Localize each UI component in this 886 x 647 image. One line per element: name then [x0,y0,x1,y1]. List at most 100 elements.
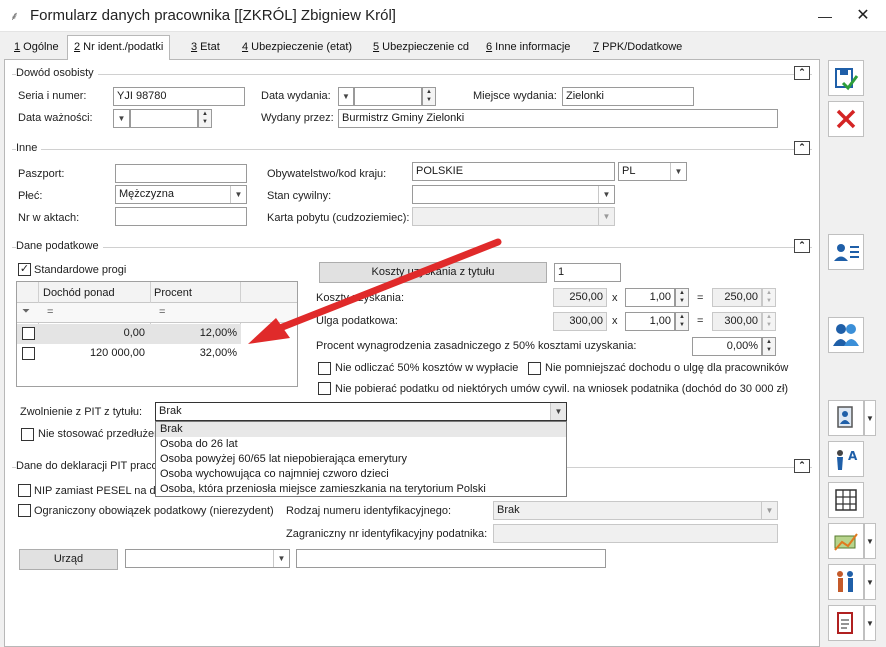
kod-kraju-select[interactable]: PL ▼ [618,162,687,181]
dropdown-option[interactable]: Brak [156,422,566,437]
karta-pobytu-select[interactable]: ▼ [412,207,615,226]
plec-label: Płeć: [18,190,43,202]
family-button[interactable] [828,564,864,600]
chevron-down-icon: ▼ [670,163,686,180]
grid-icon [835,489,857,511]
dropdown-option[interactable]: Osoba powyżej 60/65 lat niepobierająca e… [156,452,566,467]
miejsce-wydania-input[interactable]: Zielonki [562,87,694,106]
nie-pomniejszac-checkbox[interactable] [528,362,541,375]
koszty-mult-spinner[interactable]: ▲ ▼ [675,288,689,307]
collapse-inne-button[interactable]: ⌃ [794,141,810,155]
koszty-count-input[interactable]: 1 [554,263,621,282]
data-wydania-input[interactable] [354,87,422,106]
row-dochod: 0,00 [123,327,145,339]
nie-pobierac-checkbox[interactable] [318,382,331,395]
photo-button[interactable] [828,400,864,436]
ulga-mult-spinner[interactable]: ▲ ▼ [675,312,689,331]
zwolnienie-value: Brak [159,405,182,417]
data-wydania-spinner[interactable]: ▲ ▼ [422,87,436,106]
tab-ppk-dodatkowe[interactable]: 7 PPK/Dodatkowe [587,37,688,59]
data-wydania-label: Data wydania: [261,90,331,102]
tab-ogolne[interactable]: 1 Ogólne [8,37,65,59]
dropdown-option[interactable]: Osoba wychowująca co najmniej czworo dzi… [156,467,566,482]
zagraniczny-input[interactable] [493,524,778,543]
koszty-result-spinner: ▲ ▼ [762,288,776,307]
employee-card-button[interactable] [828,234,864,270]
rodzaj-select[interactable]: Brak ▼ [493,501,778,520]
nie-stosowac-checkbox[interactable] [21,428,34,441]
filter-icon[interactable]: ⏷ [22,306,30,317]
paszport-input[interactable] [115,164,247,183]
minimize-button[interactable]: — [812,6,838,26]
photo-menu-button[interactable]: ▼ [864,400,876,436]
cancel-button[interactable] [828,101,864,137]
tab-ubezpieczenie-etat[interactable]: 4 Ubezpieczenie (etat) [236,37,358,59]
standard-progi-checkbox[interactable]: ✓ [18,263,31,276]
row-procent: 12,00% [199,327,237,339]
zwolnienie-select[interactable]: Brak ▼ [155,402,567,421]
grid-header-dochod[interactable]: Dochód ponad [40,287,118,299]
procent-wynagrodzenia-input[interactable]: 0,00% [692,337,762,356]
seria-input[interactable]: YJI 98780 [113,87,245,106]
tab-nr-ident-podatki[interactable]: 2 Nr ident./podatki [67,35,171,60]
stan-cywilny-select[interactable]: ▼ [412,185,615,204]
data-wydania-dropdown[interactable]: ▼ [338,87,354,106]
tab-ubezpieczenie-cd[interactable]: 5 Ubezpieczenie cd [367,37,475,59]
urzad-button[interactable]: Urząd [19,549,118,570]
times-sign: x [612,292,618,304]
people-button[interactable] [828,317,864,353]
data-waznosci-dropdown[interactable]: ▼ [113,109,130,128]
ograniczony-checkbox[interactable] [18,504,31,517]
close-window-button[interactable]: ✕ [850,4,876,28]
wydany-przez-input[interactable]: Burmistrz Gminy Zielonki [338,109,778,128]
ulga-mult-input[interactable]: 1,00 [625,312,675,331]
document-button[interactable] [828,605,864,641]
kod-kraju-value: PL [622,165,636,177]
seria-label: Seria i numer: [18,90,87,102]
family-menu-button[interactable]: ▼ [864,564,876,600]
koszty-mult-input[interactable]: 1,00 [625,288,675,307]
svg-text:A: A [848,449,858,463]
tab-etat[interactable]: 3 Etat [185,37,226,59]
dropdown-option[interactable]: Osoba, która przeniosła miejsce zamieszk… [156,482,566,497]
collapse-deklaracje-button[interactable]: ⌃ [794,459,810,473]
dropdown-option[interactable]: Osoba do 26 lat [156,437,566,452]
group-line-dowod [12,74,812,75]
obywatelstwo-input[interactable]: POLSKIE [412,162,615,181]
document-menu-button[interactable]: ▼ [864,605,876,641]
wydany-przez-label: Wydany przez: [261,112,334,124]
money-chart-button[interactable] [828,523,864,559]
row-dochod: 120 000,00 [89,347,145,359]
chevron-down-icon: ▼ [273,550,289,567]
equals-sign: = [697,315,704,327]
group-title-deklaracje: Dane do deklaracji PIT praco [16,460,162,472]
urzad-name-input[interactable] [296,549,606,568]
row-checkbox[interactable] [22,347,35,360]
nie-odliczac-label: Nie odliczać 50% kosztów w wypłacie [335,362,519,374]
koszty-result: 250,00 [712,288,762,307]
row-checkbox[interactable] [22,327,35,340]
procent-wynagrodzenia-spinner[interactable]: ▲ ▼ [762,337,776,356]
urzad-select[interactable]: ▼ [125,549,290,568]
tab-inne-informacje[interactable]: 6 Inne informacje [480,37,576,59]
nie-odliczac-checkbox[interactable] [318,362,331,375]
table-button[interactable] [828,482,864,518]
plec-select[interactable]: Mężczyzna ▼ [115,185,247,204]
collapse-dowod-button[interactable]: ⌃ [794,66,810,80]
nip-checkbox[interactable] [18,484,31,497]
nr-akt-input[interactable] [115,207,247,226]
row-procent: 32,00% [199,347,237,359]
money-chart-menu-button[interactable]: ▼ [864,523,876,559]
collapse-podatkowe-button[interactable]: ⌃ [794,239,810,253]
translate-button[interactable]: A [828,441,864,477]
ograniczony-label: Ograniczony obowiązek podatkowy (nierezy… [34,505,274,517]
person-letter-icon: A [837,449,858,470]
data-waznosci-input[interactable] [130,109,198,128]
data-waznosci-spinner[interactable]: ▲ ▼ [198,109,212,128]
procent-wynagrodzenia-label: Procent wynagrodzenia zasadniczego z 50%… [316,340,637,352]
filter-dochod[interactable]: = [44,306,56,318]
save-button[interactable] [828,60,864,96]
filter-procent[interactable]: = [156,306,168,318]
grid-header-procent[interactable]: Procent [151,287,195,299]
koszty-uzyskania-button[interactable]: Koszty uzyskania z tytułu [319,262,547,283]
